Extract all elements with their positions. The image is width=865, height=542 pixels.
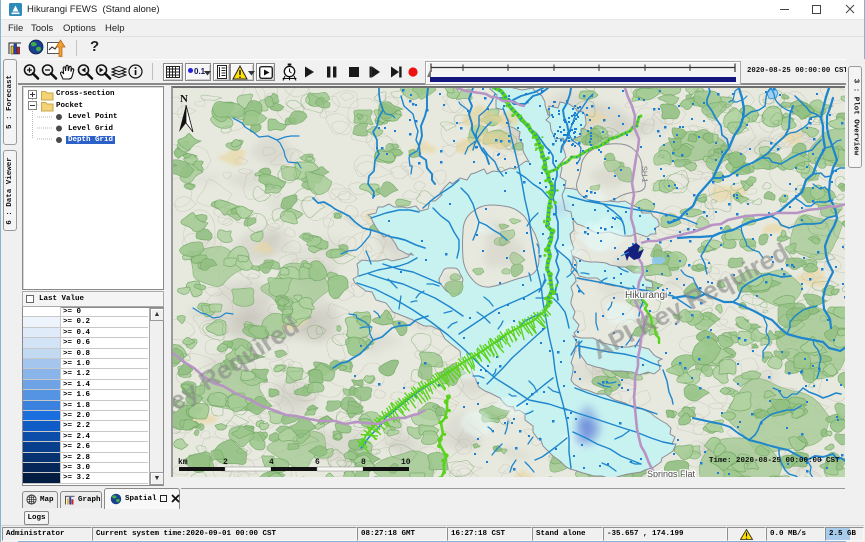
svg-text:N: N	[180, 93, 188, 105]
svg-text:10: 10	[401, 458, 411, 467]
svg-text:Springs Flat: Springs Flat	[647, 469, 696, 477]
svg-text:SH 1: SH 1	[640, 166, 650, 183]
svg-text:4: 4	[269, 458, 274, 467]
svg-text:Time: 2020-08-25 00:00:00 CST: Time: 2020-08-25 00:00:00 CST	[709, 457, 840, 465]
svg-text:8: 8	[361, 458, 366, 467]
svg-text:6: 6	[315, 458, 320, 467]
svg-text:km: km	[178, 458, 188, 467]
svg-text:2: 2	[223, 458, 228, 467]
svg-text:Hikurangi: Hikurangi	[625, 290, 667, 301]
